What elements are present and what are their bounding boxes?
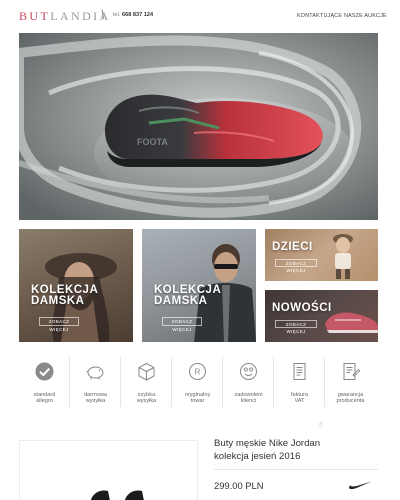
feature-darmowa-wysylka: darmowa wysyłka: [70, 355, 121, 410]
feature-label-line2: klienci: [240, 398, 257, 404]
feature-label-line2: wysyłka: [136, 398, 157, 404]
tile-title: NOWOŚCI: [272, 302, 332, 314]
warranty-icon: [343, 363, 361, 380]
tile-kolekcja-damska-1[interactable]: KOLEKCJA DAMSKA ZOBACZ WIĘCEJ: [19, 229, 133, 342]
feature-label-line2: VAT: [294, 398, 305, 404]
smiley-icon: [240, 363, 257, 380]
features-bar: standard allegro darmowa wysyłka szybka wys…: [19, 355, 378, 410]
phone-number[interactable]: 668 837 124: [122, 12, 153, 18]
feature-label-line2: towar: [190, 398, 205, 404]
nav-kontaktujace[interactable]: KONTAKTUJĄCE: [297, 13, 342, 19]
invoice-icon: [293, 363, 306, 380]
sneaker-photo: [325, 312, 378, 333]
tile-title: DZIECI: [272, 241, 313, 253]
see-more-button[interactable]: ZOBACZ WIĘCEJ: [275, 259, 317, 273]
registered-icon: R: [189, 363, 206, 380]
tile-title-line2: DAMSKA: [31, 295, 85, 307]
logo[interactable]: BUTLANDIA: [19, 9, 111, 24]
product-title: Buty męskie Nike Jordan kolekcja jesień 2…: [214, 437, 384, 463]
tile-title: KOLEKCJA DAMSKA: [31, 284, 98, 307]
tile-kolekcja-damska-2[interactable]: KOLEKCJA DAMSKA ZOBACZ WIĘCEJ: [142, 229, 256, 342]
tile-title: KOLEKCJA DAMSKA: [154, 284, 221, 307]
product-title-line2: kolekcja jesień 2016: [214, 451, 301, 462]
feature-label-line2: allegro: [36, 398, 53, 404]
header: BUTLANDIA \ tel. 668 837 124 KONTAKTUJĄC…: [0, 0, 400, 30]
svg-text:FOOTA: FOOTA: [137, 137, 168, 147]
nike-swoosh-icon: [348, 481, 372, 490]
piggy-bank-icon: [86, 366, 104, 380]
see-more-button[interactable]: ZOBACZ WIĘCEJ: [162, 317, 202, 332]
feature-label: darmowa wysyłka: [70, 392, 121, 404]
feature-szybka-wysylka: szybka wysyłka: [121, 355, 172, 410]
product-title-line1: Buty męskie Nike Jordan: [214, 438, 321, 449]
logo-accent-text: BUT: [19, 9, 51, 23]
product-shoes-photo: [90, 490, 144, 500]
feature-label: gwarancja producenta: [325, 392, 376, 404]
feature-gwarancja-producenta: gwarancja producenta: [325, 355, 376, 410]
feature-label: standard allegro: [19, 392, 70, 404]
feature-faktura-vat: faktura VAT: [274, 355, 325, 410]
feature-label: faktura VAT: [274, 392, 325, 404]
feature-label-line2: wysyłka: [85, 398, 106, 404]
divider: [214, 469, 378, 470]
feature-label: szybka wysyłka: [121, 392, 172, 404]
tile-title-line2: DAMSKA: [154, 295, 208, 307]
box-icon: [138, 362, 155, 381]
feature-standard-allegro: standard allegro: [19, 355, 70, 410]
hand-cursor-icon: ☝: [318, 420, 323, 429]
feature-oryginalny-towar: R oryginalny towar: [172, 355, 223, 410]
hero-banner[interactable]: FOOTA: [19, 33, 378, 220]
product-price: 299.00 PLN: [214, 480, 264, 491]
feature-label: zadowoleni klienci: [223, 392, 274, 404]
check-circle-icon: [35, 362, 54, 381]
phone-prefix: tel.: [113, 12, 121, 18]
phone-info: tel. 668 837 124: [113, 12, 153, 18]
see-more-button[interactable]: ZOBACZ WIĘCEJ: [39, 317, 79, 332]
product-image[interactable]: [19, 440, 198, 500]
see-more-button[interactable]: ZOBACZ WIĘCEJ: [275, 320, 317, 334]
kid-photo: [333, 234, 353, 279]
feature-zadowoleni-klienci: zadowoleni klienci: [223, 355, 274, 410]
hero-image: FOOTA: [19, 33, 378, 220]
feature-label-line2: producenta: [336, 398, 365, 404]
nav-nasze-aukcje[interactable]: NASZE AUKCJE: [344, 13, 387, 19]
svg-text:R: R: [195, 368, 201, 377]
feature-label: oryginalny towar: [172, 392, 223, 404]
tile-dzieci[interactable]: DZIECI ZOBACZ WIĘCEJ: [265, 229, 378, 281]
tile-nowosci[interactable]: NOWOŚCI ZOBACZ WIĘCEJ: [265, 290, 378, 342]
